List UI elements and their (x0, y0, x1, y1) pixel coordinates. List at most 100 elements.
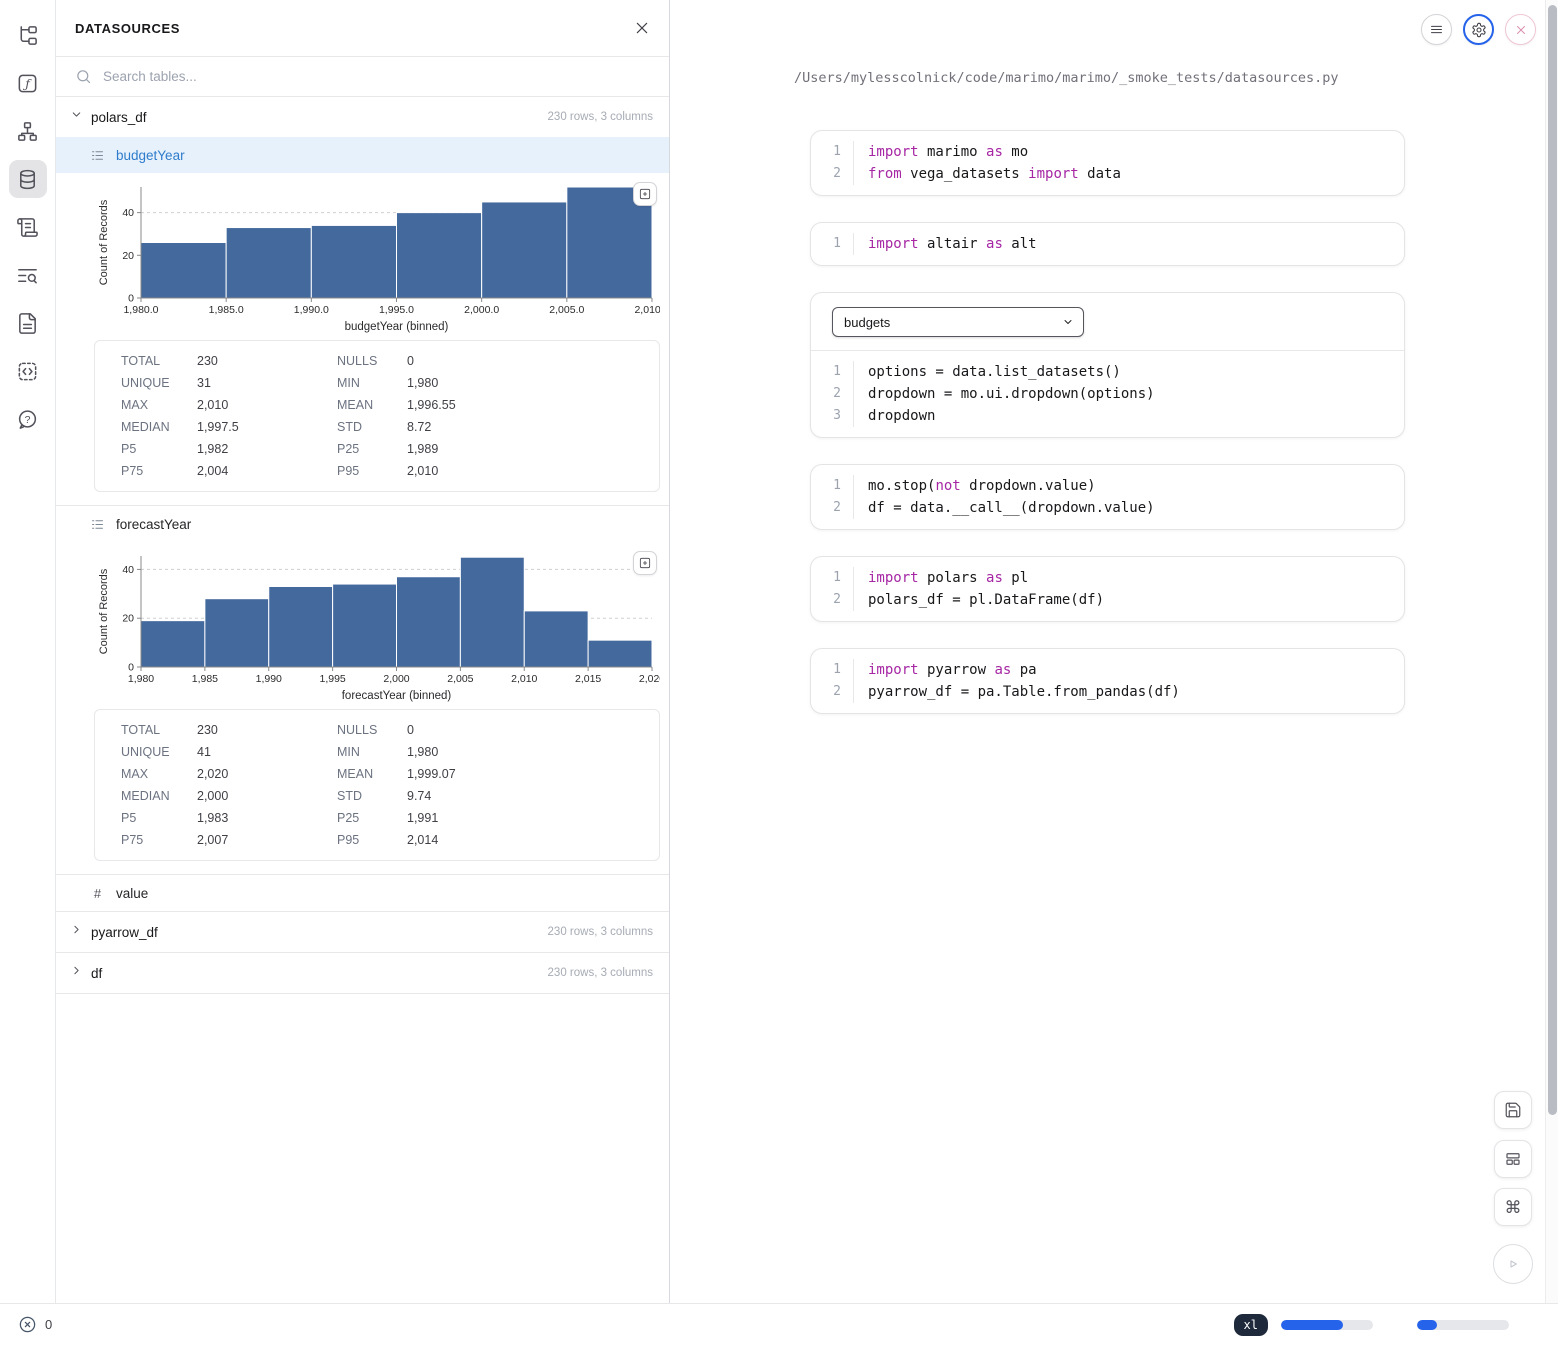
table-row-pyarrow-df[interactable]: pyarrow_df 230 rows, 3 columns (56, 912, 669, 952)
code-editor[interactable]: 123options = data.list_datasets()dropdow… (811, 351, 1404, 437)
svg-text:40: 40 (122, 207, 134, 219)
scratchpad-icon[interactable] (9, 208, 47, 246)
code-editor[interactable]: 12import pyarrow as papyarrow_df = pa.Ta… (811, 649, 1404, 713)
table-meta: 230 rows, 3 columns (548, 926, 653, 938)
svg-text:2,005.0: 2,005.0 (549, 304, 584, 316)
menu-button[interactable] (1421, 14, 1452, 45)
table-row-df[interactable]: df 230 rows, 3 columns (56, 953, 669, 993)
cpu-icon (1386, 1316, 1404, 1334)
histogram-svg: 020401,980.01,985.01,990.01,995.02,000.0… (94, 180, 660, 339)
errors-indicator[interactable]: 0 (18, 1315, 52, 1334)
code-editor[interactable]: 12import polars as plpolars_df = pl.Data… (811, 557, 1404, 621)
scrollbar-track[interactable] (1545, 0, 1558, 1303)
stat-value: 0 (407, 723, 659, 737)
shortcuts-button[interactable]: ⌘ (1494, 1188, 1532, 1226)
expand-chart-button[interactable] (633, 551, 657, 575)
code-cell[interactable]: 12import pyarrow as papyarrow_df = pa.Ta… (810, 648, 1405, 714)
panel-close-icon[interactable] (634, 20, 650, 36)
save-button[interactable] (1494, 1091, 1532, 1129)
functions-icon[interactable]: ƒ (9, 64, 47, 102)
stat-value: 1,996.55 (407, 398, 659, 412)
code-cell[interactable]: budgets 123options = data.list_datasets()… (810, 292, 1405, 438)
stat-label: MEAN (337, 398, 407, 412)
svg-text:0: 0 (128, 293, 134, 305)
code-lines: options = data.list_datasets()dropdown =… (854, 361, 1155, 427)
svg-text:forecastYear (binned): forecastYear (binned) (342, 690, 452, 702)
svg-text:1,980.0: 1,980.0 (123, 304, 158, 316)
table-row-polars-df[interactable]: polars_df 230 rows, 3 columns (56, 97, 669, 137)
code-editor[interactable]: 12mo.stop(not dropdown.value)df = data._… (811, 465, 1404, 529)
connected-check-icon[interactable] (1522, 1315, 1541, 1334)
svg-text:1,980: 1,980 (128, 673, 154, 685)
file-tree-icon[interactable] (9, 16, 47, 54)
stat-label: MIN (337, 376, 407, 390)
column-row-value[interactable]: # value (56, 875, 669, 911)
stat-label: P75 (121, 464, 197, 478)
stat-value: 2,000 (197, 789, 337, 803)
code-cell[interactable]: 12import polars as plpolars_df = pl.Data… (810, 556, 1405, 622)
stat-row: MAX2,010MEAN1,996.55 (95, 394, 659, 416)
icon-rail: ƒ ? (0, 0, 56, 1303)
line-numbers: 12 (811, 141, 854, 185)
search-tables-input[interactable] (103, 69, 650, 84)
stat-label: P25 (337, 442, 407, 456)
svg-text:budgetYear (binned): budgetYear (binned) (345, 321, 449, 333)
cpu-progress-fill (1417, 1320, 1437, 1330)
shutdown-button[interactable] (1505, 14, 1536, 45)
run-button[interactable] (1493, 1244, 1533, 1284)
stat-label: STD (337, 420, 407, 434)
stat-label: P95 (337, 833, 407, 847)
memory-progress-fill (1281, 1320, 1343, 1330)
budgetYear-histogram: 020401,980.01,985.01,990.01,995.02,000.0… (94, 180, 660, 334)
chevron-down-icon (70, 108, 83, 126)
expand-chart-button[interactable] (633, 182, 657, 206)
close-icon (1514, 23, 1528, 37)
dependency-graph-icon[interactable] (9, 112, 47, 150)
datasources-icon[interactable] (9, 160, 47, 198)
cpu-progress (1417, 1320, 1509, 1330)
stat-label: NULLS (337, 354, 407, 368)
kernel-size-badge[interactable]: xl (1234, 1314, 1268, 1336)
dataset-dropdown[interactable]: budgets (832, 307, 1084, 337)
line-numbers: 123 (811, 361, 854, 427)
stat-label: TOTAL (121, 723, 197, 737)
table-meta: 230 rows, 3 columns (548, 967, 653, 979)
layout-icon (1504, 1150, 1522, 1168)
table-search-icon[interactable] (9, 256, 47, 294)
scrollbar-thumb[interactable] (1548, 5, 1557, 1115)
column-row-forecastYear[interactable]: forecastYear (56, 506, 669, 542)
code-editor[interactable]: 12import marimo as mofrom vega_datasets … (811, 131, 1404, 195)
documentation-icon[interactable] (9, 304, 47, 342)
table-name: polars_df (91, 110, 147, 125)
line-numbers: 12 (811, 659, 854, 703)
code-lines: mo.stop(not dropdown.value)df = data.__c… (854, 475, 1155, 519)
code-cell[interactable]: 12mo.stop(not dropdown.value)df = data._… (810, 464, 1405, 530)
stat-row: MAX2,020MEAN1,999.07 (95, 763, 659, 785)
stat-value: 9.74 (407, 789, 659, 803)
layout-button[interactable] (1494, 1140, 1532, 1178)
code-cell[interactable]: 12import marimo as mofrom vega_datasets … (810, 130, 1405, 196)
stat-value: 2,007 (197, 833, 337, 847)
search-row (56, 57, 669, 97)
column-list-icon (90, 517, 105, 532)
stat-row: P752,007P952,014 (95, 829, 659, 851)
column-name: budgetYear (116, 148, 185, 163)
svg-text:1,985.0: 1,985.0 (209, 304, 244, 316)
code-editor[interactable]: 1import altair as alt (811, 223, 1404, 265)
svg-text:1,995.0: 1,995.0 (379, 304, 414, 316)
settings-button[interactable] (1463, 14, 1494, 45)
svg-text:2,005: 2,005 (447, 673, 473, 685)
column-row-budgetYear[interactable]: budgetYear (56, 137, 669, 173)
table-name: df (91, 966, 102, 981)
snippets-icon[interactable] (9, 352, 47, 390)
stat-value: 2,010 (407, 464, 659, 478)
stat-value: 1,991 (407, 811, 659, 825)
stat-value: 31 (197, 376, 337, 390)
help-icon[interactable]: ? (9, 400, 47, 438)
code-cells: 12import marimo as mofrom vega_datasets … (810, 130, 1405, 714)
stat-value: 1,989 (407, 442, 659, 456)
code-cell[interactable]: 1import altair as alt (810, 222, 1405, 266)
svg-text:Count of Records: Count of Records (98, 568, 110, 654)
column-name: value (116, 886, 148, 901)
hamburger-icon (1429, 22, 1444, 37)
